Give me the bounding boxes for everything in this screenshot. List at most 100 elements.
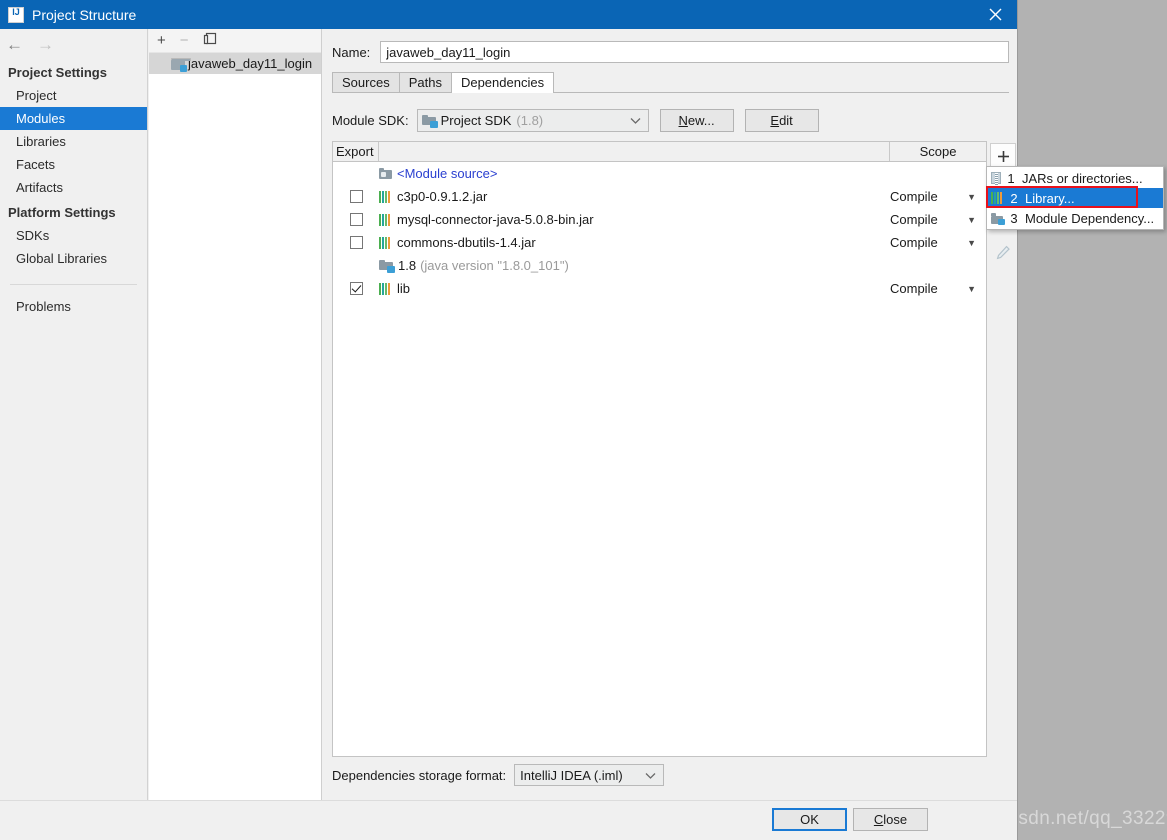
menu-item-module-dependency[interactable]: 3 Module Dependency... [987,208,1163,228]
modules-list-panel: + − javaweb_day11_login [149,29,322,800]
nav-arrows: ← → [0,29,147,59]
storage-format-value: IntelliJ IDEA (.iml) [520,767,623,783]
forward-arrow-icon[interactable]: → [37,36,54,53]
tab-sources[interactable]: Sources [332,72,400,92]
dependency-name-cell: mysql-connector-java-5.0.8-bin.jar [379,212,890,227]
module-sdk-row: Module SDK: Project SDK (1.8) New... Edi… [332,108,1009,132]
sidebar-item-artifacts[interactable]: Artifacts [0,176,147,199]
module-sdk-value: Project SDK [440,112,512,128]
settings-sidebar: ← → Project Settings Project Modules Lib… [0,29,148,800]
add-module-icon[interactable]: + [157,33,166,48]
sidebar-item-problems[interactable]: Problems [0,295,147,318]
modules-toolbar: + − [149,29,321,53]
ok-button[interactable]: OK [772,808,847,831]
intellij-idea-icon [8,6,24,23]
desktop-background: https://blog.csdn.net/qq_33229669 Projec… [0,0,1167,840]
module-dependency-icon [991,212,1005,225]
nav-group-project-settings: Project Settings [8,65,107,80]
nav-group-platform-settings: Platform Settings [8,205,116,220]
new-sdk-button[interactable]: New... [659,108,734,132]
jar-icon [379,282,392,295]
dependencies-side-toolbar [988,141,1017,757]
close-button[interactable]: Close [853,808,928,831]
export-checkbox[interactable] [349,236,363,249]
export-cell[interactable] [333,236,379,249]
close-icon[interactable] [972,0,1017,29]
zip-icon [991,172,1001,185]
module-sdk-label: Module SDK: [332,112,409,128]
menu-item-library[interactable]: 2 Library... [987,188,1163,208]
dependency-name-cell: commons-dbutils-1.4.jar [379,235,890,250]
menu-item-jars-or-directories[interactable]: 1 JARs or directories... [987,168,1163,188]
dependency-name-cell: lib [379,281,890,296]
scope-cell[interactable]: Compile ▼ [890,235,986,250]
sidebar-item-global-libraries[interactable]: Global Libraries [0,247,147,270]
module-sdk-version: (1.8) [516,112,544,128]
scope-value: Compile [890,189,938,204]
storage-format-label: Dependencies storage format: [332,767,507,783]
sidebar-item-libraries[interactable]: Libraries [0,130,147,153]
export-cell[interactable] [333,282,379,295]
export-checkbox[interactable] [349,213,363,226]
table-row[interactable]: <Module source> [333,162,986,185]
scope-value: Compile [890,212,938,227]
dialog-titlebar: Project Structure [0,0,1017,29]
export-checkbox[interactable] [349,190,363,203]
scope-cell[interactable]: Compile ▼ [890,189,986,204]
edit-sdk-button[interactable]: Edit [744,108,819,132]
dependency-name-cell: c3p0-0.9.1.2.jar [379,189,890,204]
chevron-down-icon [645,768,656,783]
dependencies-table-header: Export Scope [333,142,986,162]
copy-module-icon[interactable] [203,32,217,49]
dependency-name-cell: <Module source> [379,166,890,181]
module-name-label: javaweb_day11_login [188,56,313,71]
project-structure-dialog: Project Structure ← → Project Settings P… [0,0,1018,840]
sidebar-item-sdks[interactable]: SDKs [0,224,147,247]
scope-value: Compile [890,235,938,250]
edit-dependency-icon[interactable] [990,239,1016,265]
table-row[interactable]: commons-dbutils-1.4.jar Compile ▼ [333,231,986,254]
library-jar-icon [991,192,1004,204]
tab-paths[interactable]: Paths [398,72,452,92]
table-row[interactable]: c3p0-0.9.1.2.jar Compile ▼ [333,185,986,208]
add-dependency-menu: 1 JARs or directories... 2 Library... 3 … [986,166,1164,230]
remove-module-icon[interactable]: − [180,33,189,48]
table-row[interactable]: 1.8 (java version "1.8.0_101") [333,254,986,277]
dialog-title: Project Structure [32,6,137,23]
jar-icon [379,213,392,226]
name-label: Name: [332,44,371,60]
module-tabs: Sources Paths Dependencies [332,72,1009,93]
scope-cell[interactable]: Compile ▼ [890,212,986,227]
storage-format-select[interactable]: IntelliJ IDEA (.iml) [514,764,665,786]
column-header-export[interactable]: Export [333,142,379,161]
scope-value: Compile [890,281,938,296]
tab-dependencies[interactable]: Dependencies [450,72,555,93]
module-folder-icon [171,57,191,72]
jdk-icon [379,259,395,273]
export-cell[interactable] [333,213,379,226]
back-arrow-icon[interactable]: ← [6,36,23,53]
module-name-row: Name: [332,41,1009,63]
list-item[interactable]: javaweb_day11_login [149,53,321,74]
module-editor-panel: Name: Sources Paths Dependencies Module … [323,29,1017,800]
module-source-icon [379,168,392,179]
scope-cell[interactable]: Compile ▼ [890,281,986,296]
sidebar-item-modules[interactable]: Modules [0,107,147,130]
dependencies-table: Export Scope <Module source> c3p0-0.9.1.… [332,141,987,757]
table-row[interactable]: lib Compile ▼ [333,277,986,300]
chevron-down-icon: ▼ [967,191,976,202]
jdk-icon [421,114,438,128]
jar-icon [379,190,392,203]
dependencies-storage-row: Dependencies storage format: IntelliJ ID… [332,764,665,786]
module-name-input[interactable] [380,41,1009,63]
sidebar-item-facets[interactable]: Facets [0,153,147,176]
export-cell[interactable] [333,190,379,203]
jar-icon [379,236,392,249]
sidebar-item-project[interactable]: Project [0,84,147,107]
export-checkbox[interactable] [349,282,363,295]
module-sdk-select[interactable]: Project SDK (1.8) [416,108,649,132]
sidebar-divider [10,284,137,285]
column-header-name [379,142,890,161]
table-row[interactable]: mysql-connector-java-5.0.8-bin.jar Compi… [333,208,986,231]
column-header-scope[interactable]: Scope [890,142,986,161]
